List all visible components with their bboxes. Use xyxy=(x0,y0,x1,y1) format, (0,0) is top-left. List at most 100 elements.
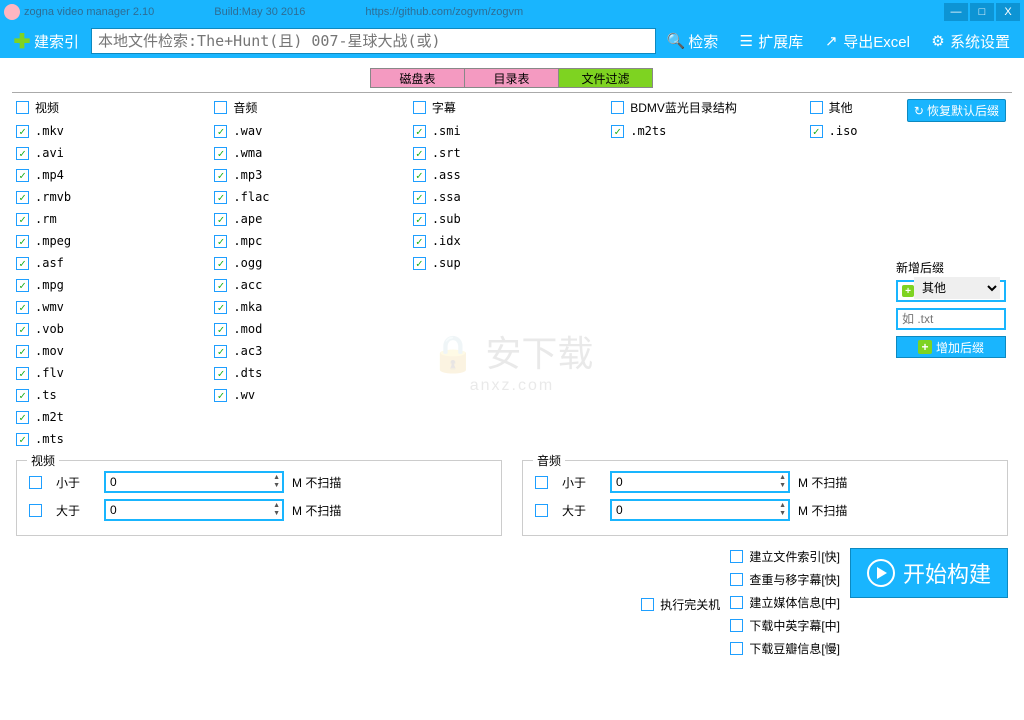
ext-checkbox[interactable] xyxy=(413,125,426,138)
ext-checkbox[interactable] xyxy=(16,367,29,380)
ext-checkbox[interactable] xyxy=(214,301,227,314)
ext-checkbox[interactable] xyxy=(413,191,426,204)
video-header-checkbox[interactable] xyxy=(16,101,29,114)
repo-link[interactable]: https://github.com/zogvm/zogvm xyxy=(365,6,523,18)
video-lt-checkbox[interactable] xyxy=(29,476,42,489)
ext-checkbox[interactable] xyxy=(214,235,227,248)
ext-checkbox[interactable] xyxy=(16,433,29,446)
category-select[interactable]: 其他 xyxy=(914,277,1000,299)
ext-item: .mov xyxy=(16,344,214,358)
ext-item: .flac xyxy=(214,190,412,204)
option-label: 查重与移字幕[快] xyxy=(749,571,840,588)
ext-checkbox[interactable] xyxy=(413,147,426,160)
option-checkbox[interactable] xyxy=(730,596,743,609)
ext-checkbox[interactable] xyxy=(413,169,426,182)
ext-checkbox[interactable] xyxy=(214,389,227,402)
option-checkbox[interactable] xyxy=(730,642,743,655)
ext-checkbox[interactable] xyxy=(16,323,29,336)
ext-checkbox[interactable] xyxy=(214,191,227,204)
settings-button[interactable]: ⚙系统设置 xyxy=(922,27,1018,56)
ext-label: .smi xyxy=(432,124,461,138)
ext-checkbox[interactable] xyxy=(810,125,823,138)
shutdown-checkbox[interactable] xyxy=(641,598,654,611)
start-build-button[interactable]: 开始构建 xyxy=(850,548,1008,598)
ext-item: .sup xyxy=(413,256,611,270)
ext-checkbox[interactable] xyxy=(16,301,29,314)
ext-checkbox[interactable] xyxy=(413,257,426,270)
ext-label: .wma xyxy=(233,146,262,160)
build-index-button[interactable]: ✚ 建索引 xyxy=(6,27,87,56)
bdmv-header-checkbox[interactable] xyxy=(611,101,624,114)
option-checkbox[interactable] xyxy=(730,550,743,563)
list-icon: ☰ xyxy=(738,33,754,49)
ext-checkbox[interactable] xyxy=(611,125,624,138)
tab-filter[interactable]: 文件过滤 xyxy=(558,68,653,88)
ext-item: .mkv xyxy=(16,124,214,138)
subtitle-header: 字幕 xyxy=(432,99,456,116)
close-button[interactable]: X xyxy=(996,3,1020,21)
tab-disk[interactable]: 磁盘表 xyxy=(370,68,465,88)
ext-checkbox[interactable] xyxy=(214,323,227,336)
subtitle-header-checkbox[interactable] xyxy=(413,101,426,114)
search-button[interactable]: 🔍检索 xyxy=(660,27,726,56)
add-suffix-button[interactable]: +增加后缀 xyxy=(896,336,1006,358)
suffix-input[interactable] xyxy=(896,308,1006,330)
ext-checkbox[interactable] xyxy=(214,125,227,138)
build-option: 建立文件索引[快] xyxy=(730,548,840,565)
restore-defaults-button[interactable]: ↻恢复默认后缀 xyxy=(907,99,1006,122)
ext-checkbox[interactable] xyxy=(16,213,29,226)
video-gt-checkbox[interactable] xyxy=(29,504,42,517)
audio-lt-checkbox[interactable] xyxy=(535,476,548,489)
extlib-button[interactable]: ☰扩展库 xyxy=(730,27,811,56)
other-header-checkbox[interactable] xyxy=(810,101,823,114)
ext-item: .dts xyxy=(214,366,412,380)
plus-icon: + xyxy=(918,340,932,354)
audio-lt-spinner[interactable]: ▲▼ xyxy=(610,471,790,493)
ext-checkbox[interactable] xyxy=(16,257,29,270)
option-checkbox[interactable] xyxy=(730,573,743,586)
ext-checkbox[interactable] xyxy=(16,169,29,182)
ext-checkbox[interactable] xyxy=(16,191,29,204)
ext-label: .flac xyxy=(233,190,269,204)
ext-label: .flv xyxy=(35,366,64,380)
minimize-button[interactable]: — xyxy=(944,3,968,21)
ext-checkbox[interactable] xyxy=(214,367,227,380)
audio-gt-spinner[interactable]: ▲▼ xyxy=(610,499,790,521)
tab-dir[interactable]: 目录表 xyxy=(464,68,559,88)
ext-checkbox[interactable] xyxy=(16,389,29,402)
option-checkbox[interactable] xyxy=(730,619,743,632)
gear-icon: ⚙ xyxy=(930,33,946,49)
ext-checkbox[interactable] xyxy=(413,235,426,248)
ext-checkbox[interactable] xyxy=(214,147,227,160)
ext-checkbox[interactable] xyxy=(214,213,227,226)
search-input[interactable] xyxy=(91,28,656,54)
build-option: 查重与移字幕[快] xyxy=(730,571,840,588)
audio-scan-fieldset: 音频 小于▲▼M 不扫描 大于▲▼M 不扫描 xyxy=(522,460,1008,536)
ext-label: .dts xyxy=(233,366,262,380)
ext-checkbox[interactable] xyxy=(16,125,29,138)
ext-checkbox[interactable] xyxy=(214,169,227,182)
ext-item: .idx xyxy=(413,234,611,248)
ext-item: .mod xyxy=(214,322,412,336)
ext-item: .mts xyxy=(16,432,214,446)
ext-label: .rm xyxy=(35,212,57,226)
maximize-button[interactable]: □ xyxy=(970,3,994,21)
ext-checkbox[interactable] xyxy=(214,345,227,358)
export-button[interactable]: ↗导出Excel xyxy=(815,27,918,56)
ext-checkbox[interactable] xyxy=(214,279,227,292)
ext-checkbox[interactable] xyxy=(16,147,29,160)
ext-checkbox[interactable] xyxy=(16,235,29,248)
ext-item: .m2ts xyxy=(611,124,809,138)
ext-checkbox[interactable] xyxy=(214,257,227,270)
audio-gt-checkbox[interactable] xyxy=(535,504,548,517)
audio-header-checkbox[interactable] xyxy=(214,101,227,114)
ext-item: .ape xyxy=(214,212,412,226)
video-lt-spinner[interactable]: ▲▼ xyxy=(104,471,284,493)
ext-checkbox[interactable] xyxy=(16,411,29,424)
ext-checkbox[interactable] xyxy=(16,279,29,292)
ext-item: .mp4 xyxy=(16,168,214,182)
ext-checkbox[interactable] xyxy=(413,213,426,226)
video-gt-spinner[interactable]: ▲▼ xyxy=(104,499,284,521)
video-legend: 视频 xyxy=(27,452,59,469)
ext-checkbox[interactable] xyxy=(16,345,29,358)
